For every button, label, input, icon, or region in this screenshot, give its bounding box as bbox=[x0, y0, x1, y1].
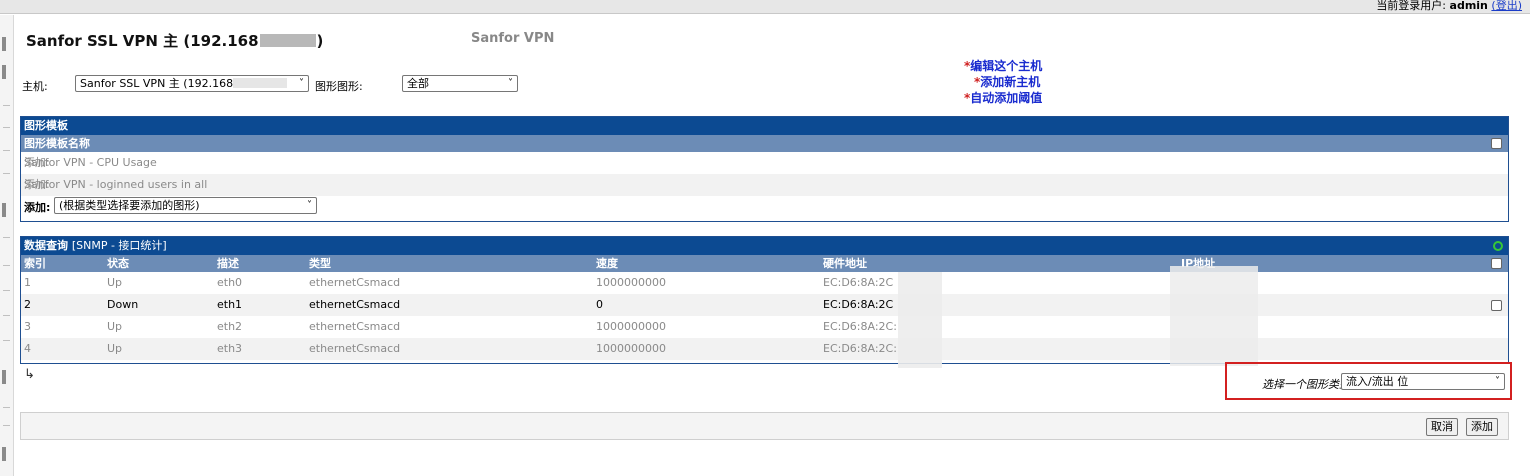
redacted-mac-mask bbox=[898, 272, 942, 368]
form-footer bbox=[20, 412, 1509, 440]
cell-hw-address: EC:D6:8A:2C: bbox=[823, 342, 897, 355]
table-row[interactable]: 4 Up eth3 ethernetCsmacd 1000000000 EC:D… bbox=[21, 338, 1508, 360]
page-subtitle: Sanfor VPN bbox=[471, 31, 555, 46]
redacted-ip-mask bbox=[259, 34, 316, 47]
data-query-panel: 数据查询 [SNMP - 接口统计] 索引 状态 描述 类型 速度 硬件地址 I… bbox=[20, 236, 1509, 364]
auto-threshold-link[interactable]: *自动添加阈值 bbox=[964, 90, 1042, 106]
graph-filter-value: 全部 bbox=[407, 77, 429, 90]
login-label: 当前登录用户: bbox=[1376, 0, 1447, 12]
data-query-title-text: 数据查询 bbox=[24, 239, 68, 252]
page-title: Sanfor SSL VPN 主 (192.168) bbox=[26, 30, 323, 51]
col-hw-address: 硬件地址 bbox=[823, 257, 867, 270]
col-status: 状态 bbox=[107, 257, 129, 270]
logout-link[interactable]: (登出) bbox=[1491, 0, 1522, 12]
cell-hw-address: EC:D6:8A:2C bbox=[823, 298, 894, 311]
cell-index: 3 bbox=[24, 320, 31, 333]
graph-filter-label: 图形图形: bbox=[315, 80, 363, 93]
cell-description: eth0 bbox=[217, 276, 243, 289]
chevron-down-icon: ˅ bbox=[1495, 376, 1500, 387]
cell-index: 4 bbox=[24, 342, 31, 355]
redacted-ip-mask bbox=[1170, 266, 1258, 366]
data-query-subtitle: [SNMP - 接口统计] bbox=[71, 239, 167, 252]
chevron-down-icon: ˅ bbox=[508, 78, 513, 89]
graph-templates-title: 图形模板 bbox=[21, 117, 1508, 135]
cell-type: ethernetCsmacd bbox=[309, 276, 401, 289]
cell-hw-address: EC:D6:8A:2C: bbox=[823, 320, 897, 333]
page-title-text: Sanfor SSL VPN 主 (192.168 bbox=[26, 32, 259, 50]
status-circle-icon bbox=[1493, 241, 1503, 251]
add-button[interactable]: 添加 bbox=[1466, 418, 1498, 436]
data-query-header: 索引 状态 描述 类型 速度 硬件地址 IP地址 bbox=[21, 255, 1508, 272]
template-row: 添加: Sanfor VPN - loginned users in all bbox=[21, 174, 1508, 196]
cell-status: Down bbox=[107, 298, 139, 311]
chevron-down-icon: ˅ bbox=[299, 78, 304, 89]
template-name-header: 图形模板名称 bbox=[24, 137, 90, 150]
graph-type-label: 选择一个图形类型: bbox=[1262, 378, 1354, 391]
col-description: 描述 bbox=[217, 257, 239, 270]
table-row[interactable]: 3 Up eth2 ethernetCsmacd 1000000000 EC:D… bbox=[21, 316, 1508, 338]
add-host-link[interactable]: *添加新主机 bbox=[964, 74, 1042, 90]
template-add-select[interactable]: (根据类型选择要添加的图形) ˅ bbox=[54, 197, 317, 214]
col-type: 类型 bbox=[309, 257, 331, 270]
table-row[interactable]: 1 Up eth0 ethernetCsmacd 1000000000 EC:D… bbox=[21, 272, 1508, 294]
col-speed: 速度 bbox=[596, 257, 618, 270]
cell-description: eth2 bbox=[217, 320, 243, 333]
cell-type: ethernetCsmacd bbox=[309, 320, 401, 333]
graph-templates-panel: 图形模板 图形模板名称 添加: Sanfor VPN - CPU Usage 添… bbox=[20, 116, 1509, 222]
cell-index: 1 bbox=[24, 276, 31, 289]
table-row[interactable]: 2 Down eth1 ethernetCsmacd 0 EC:D6:8A:2C bbox=[21, 294, 1508, 316]
cancel-button[interactable]: 取消 bbox=[1426, 418, 1458, 436]
select-all-interfaces-checkbox[interactable] bbox=[1491, 258, 1502, 269]
login-user: admin bbox=[1449, 0, 1488, 12]
cell-type: ethernetCsmacd bbox=[309, 342, 401, 355]
cell-speed: 1000000000 bbox=[596, 342, 666, 355]
host-select-value: Sanfor SSL VPN 主 (192.168 bbox=[80, 77, 234, 90]
cell-speed: 1000000000 bbox=[596, 276, 666, 289]
select-all-templates-checkbox[interactable] bbox=[1491, 138, 1502, 149]
cell-description: eth1 bbox=[217, 298, 243, 311]
graph-type-select[interactable]: 流入/流出 位 ˅ bbox=[1341, 373, 1505, 390]
cell-status: Up bbox=[107, 342, 123, 355]
top-bar: 当前登录用户: admin (登出) bbox=[0, 0, 1530, 14]
template-row: 添加: Sanfor VPN - CPU Usage bbox=[24, 156, 157, 169]
left-sidebar-strip bbox=[0, 15, 14, 476]
cell-type: ethernetCsmacd bbox=[309, 298, 401, 311]
row-checkbox[interactable] bbox=[1491, 300, 1502, 311]
edit-host-link[interactable]: *编辑这个主机 bbox=[964, 58, 1042, 74]
col-index: 索引 bbox=[24, 257, 46, 270]
chevron-down-icon: ˅ bbox=[307, 200, 312, 211]
cell-speed: 0 bbox=[596, 298, 603, 311]
graph-filter-select[interactable]: 全部 ˅ bbox=[402, 75, 518, 92]
return-arrow-icon: ↳ bbox=[24, 367, 35, 382]
cell-speed: 1000000000 bbox=[596, 320, 666, 333]
template-add-label: 添加: bbox=[24, 201, 51, 214]
cell-description: eth3 bbox=[217, 342, 243, 355]
template-add-select-value: (根据类型选择要添加的图形) bbox=[59, 199, 200, 212]
cell-index: 2 bbox=[24, 298, 31, 311]
page-title-suffix: ) bbox=[316, 32, 324, 50]
login-info: 当前登录用户: admin (登出) bbox=[1376, 0, 1522, 12]
host-label: 主机: bbox=[22, 80, 48, 93]
host-actions: *编辑这个主机 *添加新主机 *自动添加阈值 bbox=[964, 58, 1042, 106]
cell-status: Up bbox=[107, 276, 123, 289]
host-select[interactable]: Sanfor SSL VPN 主 (192.168 ˅ bbox=[75, 75, 309, 92]
graph-templates-header: 图形模板名称 bbox=[21, 135, 1508, 152]
cell-hw-address: EC:D6:8A:2C bbox=[823, 276, 894, 289]
data-query-title: 数据查询 [SNMP - 接口统计] bbox=[21, 237, 1508, 255]
cell-status: Up bbox=[107, 320, 123, 333]
graph-type-select-value: 流入/流出 位 bbox=[1346, 375, 1409, 388]
redacted-host-mask bbox=[233, 78, 288, 88]
template-add-row: 添加: (根据类型选择要添加的图形) ˅ bbox=[21, 196, 1508, 215]
